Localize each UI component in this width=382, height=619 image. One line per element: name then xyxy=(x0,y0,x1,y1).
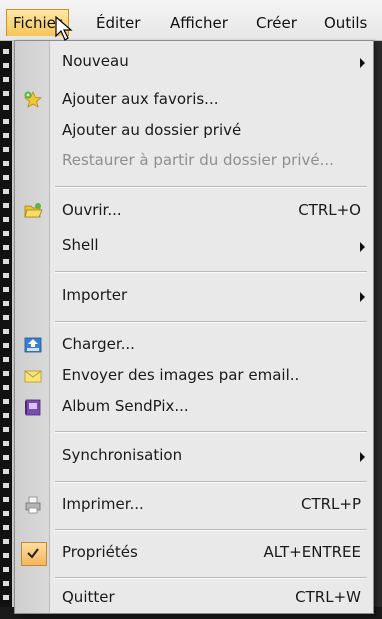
menu-item-label: Restaurer à partir du dossier privé... xyxy=(62,151,334,169)
menu-item-label: Nouveau xyxy=(62,52,129,70)
menu-item-label: Ouvrir... xyxy=(62,201,122,219)
menu-separator xyxy=(55,529,367,531)
menu-item-proprietes[interactable]: Propriétés ALT+ENTREE xyxy=(15,540,373,568)
upload-icon xyxy=(24,337,42,353)
menu-item-envoyer-email[interactable]: Envoyer des images par email.. xyxy=(15,363,373,391)
menu-creer-label: Créer xyxy=(256,14,297,32)
shortcut-text: CTRL+O xyxy=(298,201,361,219)
menu-item-label: Quitter xyxy=(62,588,115,606)
menu-separator xyxy=(55,271,367,273)
menu-creer[interactable]: Créer xyxy=(250,10,303,36)
menu-item-label: Imprimer... xyxy=(62,495,144,513)
menu-item-label: Importer xyxy=(62,286,128,304)
mouse-cursor-icon xyxy=(55,16,73,41)
menu-item-label: Ajouter aux favoris... xyxy=(62,90,219,108)
printer-icon xyxy=(25,496,41,514)
album-icon xyxy=(25,399,41,416)
shortcut-text: CTRL+W xyxy=(295,588,361,606)
menu-separator xyxy=(55,577,367,579)
menu-item-label: Propriétés xyxy=(62,543,138,561)
menu-separator xyxy=(55,431,367,433)
submenu-arrow-icon xyxy=(360,292,365,302)
menu-item-label: Album SendPix... xyxy=(62,397,189,415)
fichier-dropdown-menu: Nouveau Ajouter aux favoris... Ajouter a… xyxy=(14,40,374,614)
menu-item-label: Synchronisation xyxy=(62,446,183,464)
menu-item-ouvrir[interactable]: Ouvrir... CTRL+O xyxy=(15,198,373,226)
submenu-arrow-icon xyxy=(360,242,365,252)
menu-item-nouveau[interactable]: Nouveau xyxy=(15,49,373,77)
menu-item-quitter[interactable]: Quitter CTRL+W xyxy=(15,585,373,613)
folder-open-icon xyxy=(24,203,43,218)
email-icon xyxy=(24,370,42,383)
menu-item-ajouter-dossier-prive[interactable]: Ajouter au dossier privé xyxy=(15,118,373,146)
menu-afficher[interactable]: Afficher xyxy=(164,10,234,36)
menu-separator xyxy=(55,321,367,323)
menu-editer[interactable]: Éditer xyxy=(90,10,146,36)
menu-item-synchronisation[interactable]: Synchronisation xyxy=(15,443,373,471)
menu-editer-label: Éditer xyxy=(96,14,141,32)
menu-item-charger[interactable]: Charger... xyxy=(15,332,373,360)
submenu-arrow-icon xyxy=(360,58,365,68)
shortcut-text: CTRL+P xyxy=(300,495,361,513)
background-filmstrip xyxy=(0,40,12,619)
menu-item-label: Ajouter au dossier privé xyxy=(62,121,242,139)
menu-outils-label: Outils xyxy=(324,14,368,32)
menu-item-label: Envoyer des images par email.. xyxy=(62,366,300,384)
menu-item-ajouter-favoris[interactable]: Ajouter aux favoris... xyxy=(15,87,373,115)
star-add-icon xyxy=(23,91,43,108)
menu-item-imprimer[interactable]: Imprimer... CTRL+P xyxy=(15,492,373,520)
menu-afficher-label: Afficher xyxy=(170,14,228,32)
submenu-arrow-icon xyxy=(360,452,365,462)
shortcut-text: ALT+ENTREE xyxy=(263,543,361,561)
menu-item-label: Charger... xyxy=(62,335,135,353)
menu-item-restaurer-dossier-prive: Restaurer à partir du dossier privé... xyxy=(15,148,373,176)
menu-outils[interactable]: Outils xyxy=(318,10,373,36)
menu-item-shell[interactable]: Shell xyxy=(15,233,373,261)
menu-separator xyxy=(55,481,367,483)
menu-item-importer[interactable]: Importer xyxy=(15,283,373,311)
menu-separator xyxy=(55,186,367,188)
menu-item-album-sendpix[interactable]: Album SendPix... xyxy=(15,394,373,422)
checkmark-icon xyxy=(27,548,39,559)
menu-item-label: Shell xyxy=(62,236,99,254)
